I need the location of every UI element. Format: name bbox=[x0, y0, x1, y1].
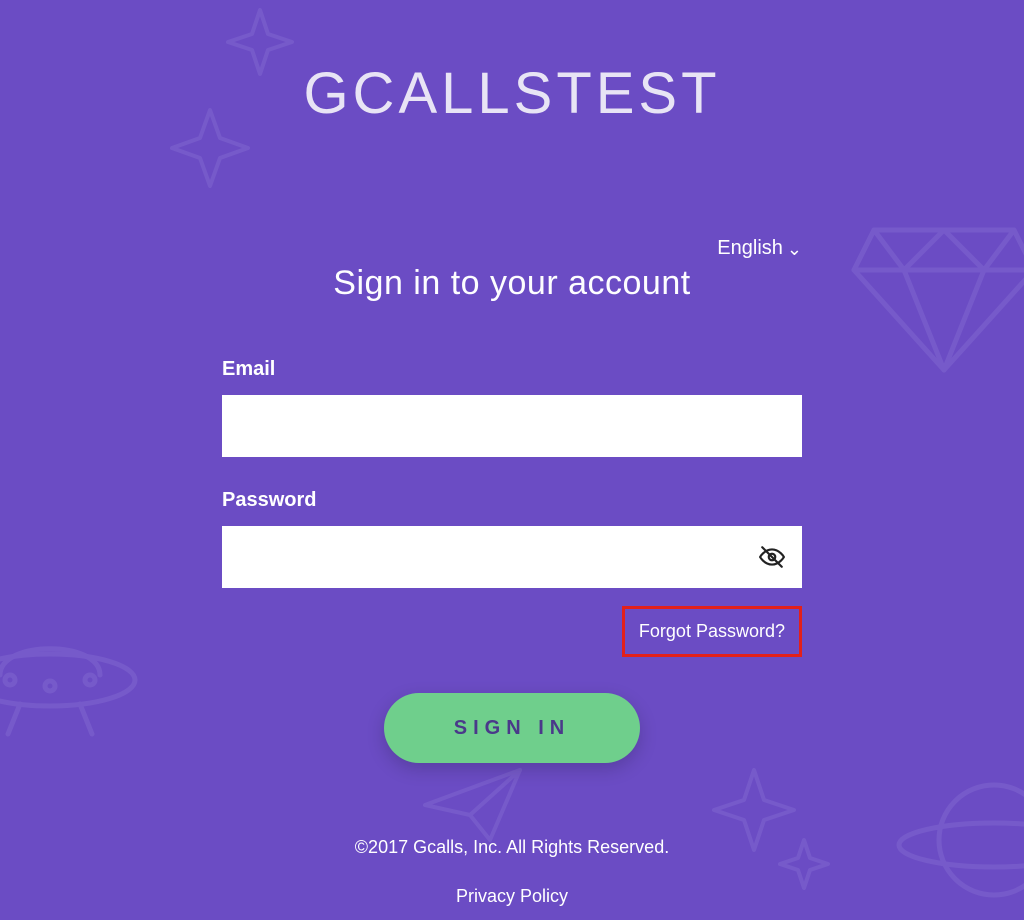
footer: ©2017 Gcalls, Inc. All Rights Reserved. … bbox=[222, 837, 802, 907]
email-field-block: Email bbox=[222, 358, 802, 457]
signin-card: English ⌄ Sign in to your account Email … bbox=[222, 237, 802, 907]
language-label: English bbox=[717, 237, 783, 260]
eye-off-icon[interactable] bbox=[758, 543, 786, 571]
email-input[interactable] bbox=[222, 395, 802, 457]
copyright-text: ©2017 Gcalls, Inc. All Rights Reserved. bbox=[222, 837, 802, 858]
email-label: Email bbox=[222, 358, 802, 381]
privacy-policy-link[interactable]: Privacy Policy bbox=[456, 886, 568, 906]
password-label: Password bbox=[222, 489, 802, 512]
password-input[interactable] bbox=[222, 526, 802, 588]
brand-title: GCALLSTEST bbox=[303, 60, 720, 127]
forgot-password-link[interactable]: Forgot Password? bbox=[622, 606, 802, 657]
password-field-block: Password bbox=[222, 489, 802, 588]
page-subtitle: Sign in to your account bbox=[222, 264, 802, 303]
signin-button[interactable]: SIGN IN bbox=[384, 693, 640, 763]
chevron-down-icon: ⌄ bbox=[787, 240, 802, 258]
language-selector[interactable]: English ⌄ bbox=[222, 237, 802, 260]
